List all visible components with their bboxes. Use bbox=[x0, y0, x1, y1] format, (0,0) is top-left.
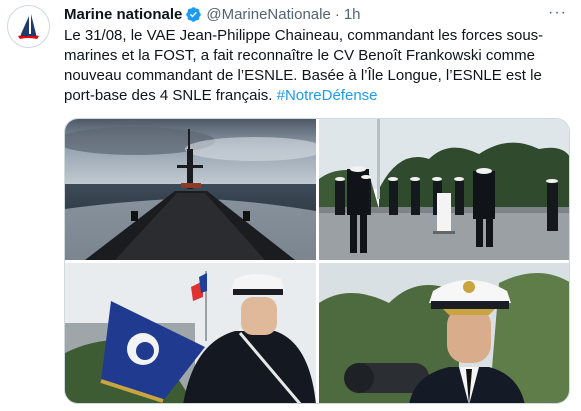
separator: · bbox=[334, 5, 340, 23]
photo-flag-sailor[interactable] bbox=[65, 263, 316, 403]
photo-ceremony[interactable] bbox=[319, 119, 569, 260]
tweet-text: Le 31/08, le VAE Jean-Philippe Chaineau,… bbox=[64, 26, 554, 106]
marine-nationale-logo bbox=[18, 14, 39, 39]
photo-submarine[interactable] bbox=[65, 119, 316, 260]
photo-officer-portrait[interactable] bbox=[319, 263, 569, 403]
tweet-header: Marine nationale @MarineNationale · 1h bbox=[64, 4, 361, 24]
more-options-icon[interactable]: ··· bbox=[548, 4, 567, 22]
timestamp[interactable]: 1h bbox=[344, 6, 361, 23]
hashtag-link[interactable]: #NotreDéfense bbox=[277, 87, 378, 104]
avatar[interactable] bbox=[7, 5, 50, 48]
media-grid bbox=[64, 118, 570, 404]
verified-badge-icon bbox=[185, 6, 202, 23]
display-name[interactable]: Marine nationale bbox=[64, 6, 182, 23]
handle[interactable]: @MarineNationale bbox=[206, 6, 330, 23]
